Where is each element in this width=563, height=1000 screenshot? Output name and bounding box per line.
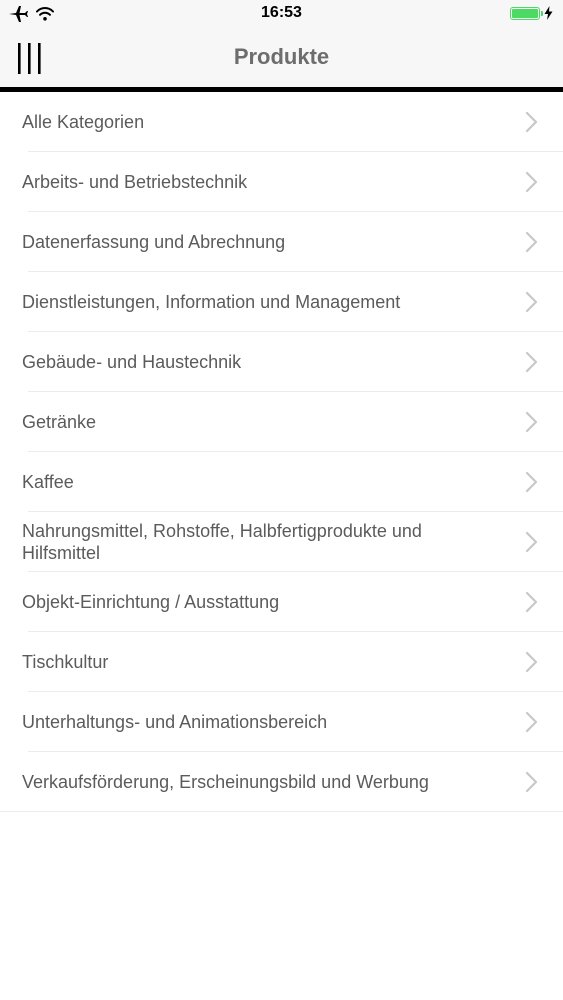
category-row-nahrungsmittel[interactable]: Nahrungsmittel, Rohstoffe, Halbfertigpro… — [0, 512, 563, 572]
battery-icon — [510, 6, 543, 20]
category-row-unterhaltung[interactable]: Unterhaltungs- und Animationsbereich — [0, 692, 563, 752]
category-row-dienstleistungen[interactable]: Dienstleistungen, Information und Manage… — [0, 272, 563, 332]
chevron-right-icon — [525, 411, 538, 433]
navigation-bar: Produkte — [0, 30, 563, 87]
category-label: Tischkultur — [22, 652, 109, 672]
category-label: Arbeits- und Betriebstechnik — [22, 172, 248, 192]
category-label: Kaffee — [22, 472, 74, 492]
category-row-all[interactable]: Alle Kategorien — [0, 92, 563, 152]
category-label: Datenerfassung und Abrechnung — [22, 232, 286, 252]
category-label: Gebäude- und Haustechnik — [22, 352, 242, 372]
category-row-tischkultur[interactable]: Tischkultur — [0, 632, 563, 692]
chevron-right-icon — [525, 231, 538, 253]
chevron-right-icon — [525, 651, 538, 673]
category-label: Dienstleistungen, Information und Manage… — [22, 292, 401, 312]
category-list: Alle Kategorien Arbeits- und Betriebstec… — [0, 92, 563, 812]
category-label: Alle Kategorien — [22, 112, 145, 132]
chevron-right-icon — [525, 171, 538, 193]
category-label: Objekt-Einrichtung / Ausstattung — [22, 592, 280, 612]
chevron-right-icon — [525, 471, 538, 493]
chevron-right-icon — [525, 771, 538, 793]
category-row-kaffee[interactable]: Kaffee — [0, 452, 563, 512]
chevron-right-icon — [525, 111, 538, 133]
category-row-arbeits-betriebstechnik[interactable]: Arbeits- und Betriebstechnik — [0, 152, 563, 212]
chevron-right-icon — [525, 591, 538, 613]
battery-level — [512, 8, 538, 18]
category-label: Getränke — [22, 412, 97, 432]
category-label: Nahrungsmittel, Rohstoffe, Halbfertigpro… — [22, 521, 422, 563]
page-title: Produkte — [233, 44, 330, 69]
status-bar: 16:53 — [0, 0, 563, 30]
category-row-getraenke[interactable]: Getränke — [0, 392, 563, 452]
category-row-verkaufsfoerderung[interactable]: Verkaufsförderung, Erscheinungsbild und … — [0, 752, 563, 812]
category-label: Verkaufsförderung, Erscheinungsbild und … — [22, 772, 429, 792]
status-right-group — [510, 6, 553, 20]
category-label: Unterhaltungs- und Animationsbereich — [22, 712, 328, 732]
chevron-right-icon — [525, 351, 538, 373]
charging-bolt-icon — [544, 6, 553, 20]
category-row-datenerfassung[interactable]: Datenerfassung und Abrechnung — [0, 212, 563, 272]
category-row-objekt-einrichtung[interactable]: Objekt-Einrichtung / Ausstattung — [0, 572, 563, 632]
chevron-right-icon — [525, 711, 538, 733]
category-row-gebaeude-haustechnik[interactable]: Gebäude- und Haustechnik — [0, 332, 563, 392]
chevron-right-icon — [525, 531, 538, 553]
status-time: 16:53 — [261, 4, 302, 21]
chevron-right-icon — [525, 291, 538, 313]
